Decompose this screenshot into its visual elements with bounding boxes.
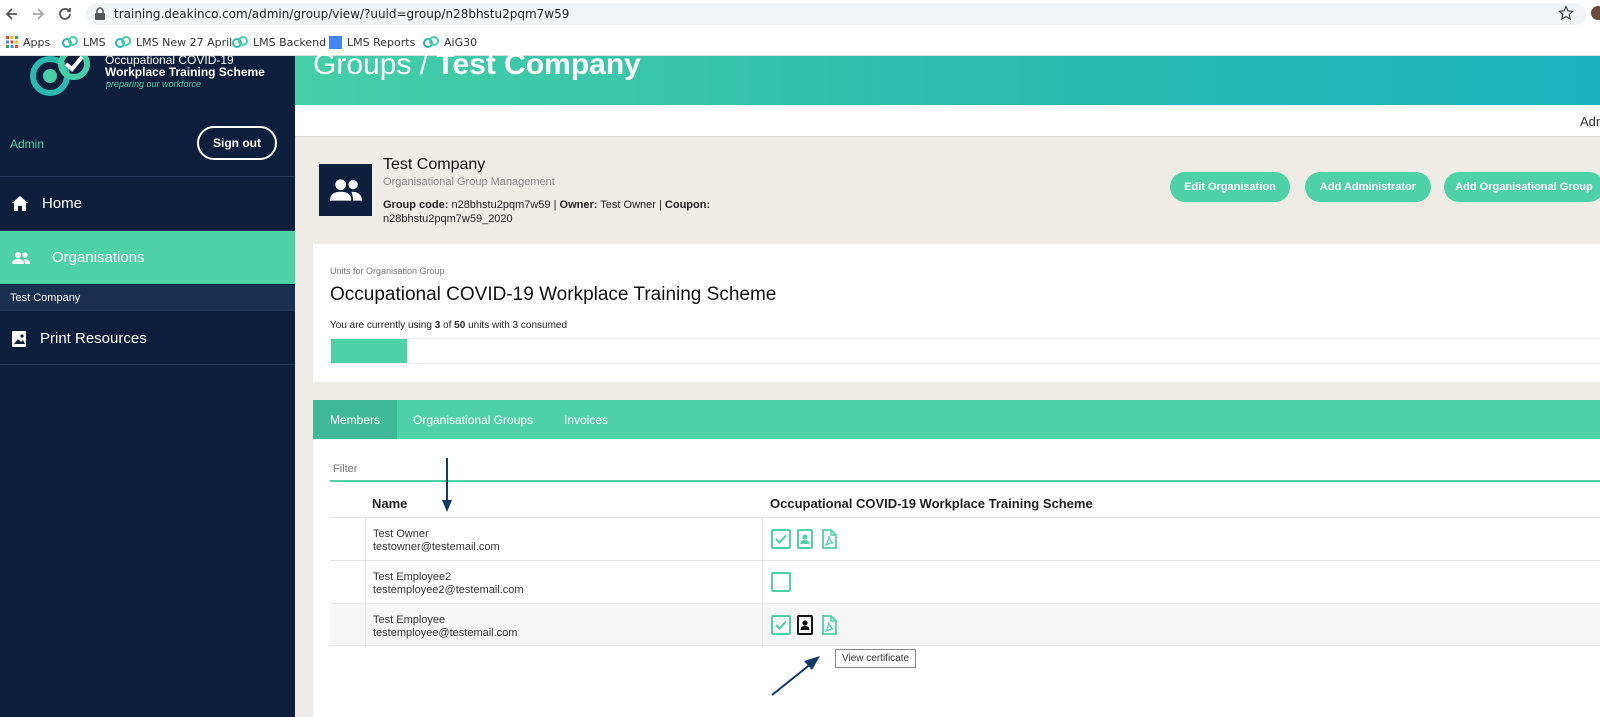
sidebar-item-organisations[interactable]: Organisations bbox=[0, 231, 295, 284]
member-actions bbox=[771, 615, 839, 635]
member-email: testemployee2@testemail.com bbox=[373, 584, 524, 596]
table-row: Test Employee testemployee@testemail.com bbox=[330, 603, 1600, 647]
sidebar-divider bbox=[0, 310, 295, 311]
add-organisational-group-button[interactable]: Add Organisational Group bbox=[1444, 172, 1600, 202]
bookmark-lms[interactable]: LMS bbox=[62, 34, 106, 50]
column-header-unit: Occupational COVID-19 Workplace Training… bbox=[770, 496, 1093, 511]
logo-text-line2: Workplace Training Scheme bbox=[105, 65, 265, 79]
sidebar-divider bbox=[0, 364, 295, 365]
back-arrow-icon[interactable] bbox=[4, 6, 20, 22]
reload-icon[interactable] bbox=[57, 6, 73, 22]
apps-grid-icon bbox=[6, 36, 18, 48]
member-email: testemployee@testemail.com bbox=[373, 627, 518, 639]
edit-organisation-button[interactable]: Edit Organisation bbox=[1170, 172, 1290, 202]
tab-invoices[interactable]: Invoices bbox=[547, 400, 625, 439]
units-label: Units for Organisation Group bbox=[330, 266, 445, 276]
report-icon bbox=[329, 35, 342, 49]
user-role-label: Admin bbox=[10, 137, 45, 151]
annotation-arrow-up-icon bbox=[771, 656, 820, 696]
profile-avatar-icon[interactable] bbox=[1590, 5, 1600, 21]
forward-arrow-icon[interactable] bbox=[30, 6, 46, 22]
certificate-icon[interactable] bbox=[795, 529, 815, 549]
browser-address-bar: training.deakinco.com/admin/group/view/?… bbox=[0, 0, 1600, 28]
tab-bar: Members Organisational Groups Invoices bbox=[313, 400, 1600, 439]
add-administrator-button[interactable]: Add Administrator bbox=[1305, 172, 1431, 202]
main-content: Groups / Test Company Adm Test Company O… bbox=[295, 48, 1600, 717]
bookmark-star-icon[interactable] bbox=[1558, 5, 1574, 21]
pdf-icon[interactable] bbox=[819, 615, 839, 635]
members-card: Members Organisational Groups Invoices N… bbox=[313, 400, 1600, 717]
table-row: Test Owner testowner@testemail.com bbox=[330, 517, 1600, 561]
member-actions bbox=[771, 572, 791, 592]
pdf-icon[interactable] bbox=[819, 529, 839, 549]
units-progress-fill bbox=[331, 339, 407, 363]
units-card: Units for Organisation Group Occupationa… bbox=[313, 244, 1600, 382]
top-strip-text[interactable]: Adm bbox=[1580, 114, 1600, 129]
link-icon bbox=[62, 36, 78, 48]
member-name: Test Owner bbox=[373, 528, 429, 540]
member-actions bbox=[771, 529, 839, 549]
checkbox-empty-icon[interactable] bbox=[771, 572, 791, 592]
page-title: Groups / Test Company bbox=[313, 48, 641, 81]
org-subtitle: Organisational Group Management bbox=[383, 176, 555, 188]
member-name: Test Employee bbox=[373, 614, 446, 626]
member-name: Test Employee2 bbox=[373, 571, 452, 583]
url-text: training.deakinco.com/admin/group/view/?… bbox=[114, 7, 570, 21]
link-icon bbox=[232, 36, 248, 48]
link-icon bbox=[115, 36, 131, 48]
link-icon bbox=[423, 36, 439, 48]
org-name: Test Company bbox=[383, 156, 486, 173]
lock-icon bbox=[95, 7, 105, 20]
page-header: Groups / Test Company bbox=[295, 48, 1600, 105]
tab-members[interactable]: Members bbox=[313, 400, 398, 439]
logo-tagline: preparing our workforce bbox=[106, 79, 202, 89]
org-details: Group code: n28bhstu2pqm7w59 | Owner: Te… bbox=[383, 199, 711, 225]
bookmark-apps[interactable]: Apps bbox=[6, 34, 50, 50]
checkbox-checked-icon[interactable] bbox=[771, 529, 791, 549]
units-progress-bar bbox=[330, 338, 1600, 364]
table-row: Test Employee2 testemployee2@testemail.c… bbox=[330, 560, 1600, 604]
tab-organisational-groups[interactable]: Organisational Groups bbox=[396, 400, 550, 439]
top-strip: Adm bbox=[295, 105, 1600, 137]
sidebar-subitem-test-company[interactable]: Test Company bbox=[0, 285, 295, 310]
sidebar-item-home[interactable]: Home bbox=[0, 177, 295, 230]
sign-out-button[interactable]: Sign out bbox=[197, 126, 277, 160]
logo-icon bbox=[30, 56, 90, 96]
checkbox-checked-icon[interactable] bbox=[771, 615, 791, 635]
sidebar: Occupational COVID-19 Workplace Training… bbox=[0, 53, 295, 717]
filter-input[interactable] bbox=[330, 457, 1600, 482]
units-title: Occupational COVID-19 Workplace Training… bbox=[330, 284, 777, 305]
bookmarks-bar: Apps LMS LMS New 27 April LMS Backend LM… bbox=[0, 29, 1600, 56]
print-resource-icon bbox=[12, 330, 26, 347]
member-email: testowner@testemail.com bbox=[373, 541, 500, 553]
column-header-name[interactable]: Name bbox=[372, 496, 407, 511]
people-icon bbox=[12, 251, 30, 264]
home-icon bbox=[12, 196, 28, 211]
org-avatar bbox=[319, 164, 372, 216]
sidebar-item-print-resources[interactable]: Print Resources bbox=[0, 312, 295, 365]
bookmark-lms-new[interactable]: LMS New 27 April bbox=[115, 34, 232, 50]
annotation-arrow-down-icon bbox=[442, 458, 452, 512]
tooltip: View certificate bbox=[835, 649, 917, 668]
people-icon bbox=[329, 179, 362, 201]
units-usage: You are currently using 3 of 50 units wi… bbox=[330, 320, 568, 331]
certificate-icon[interactable] bbox=[795, 615, 815, 635]
